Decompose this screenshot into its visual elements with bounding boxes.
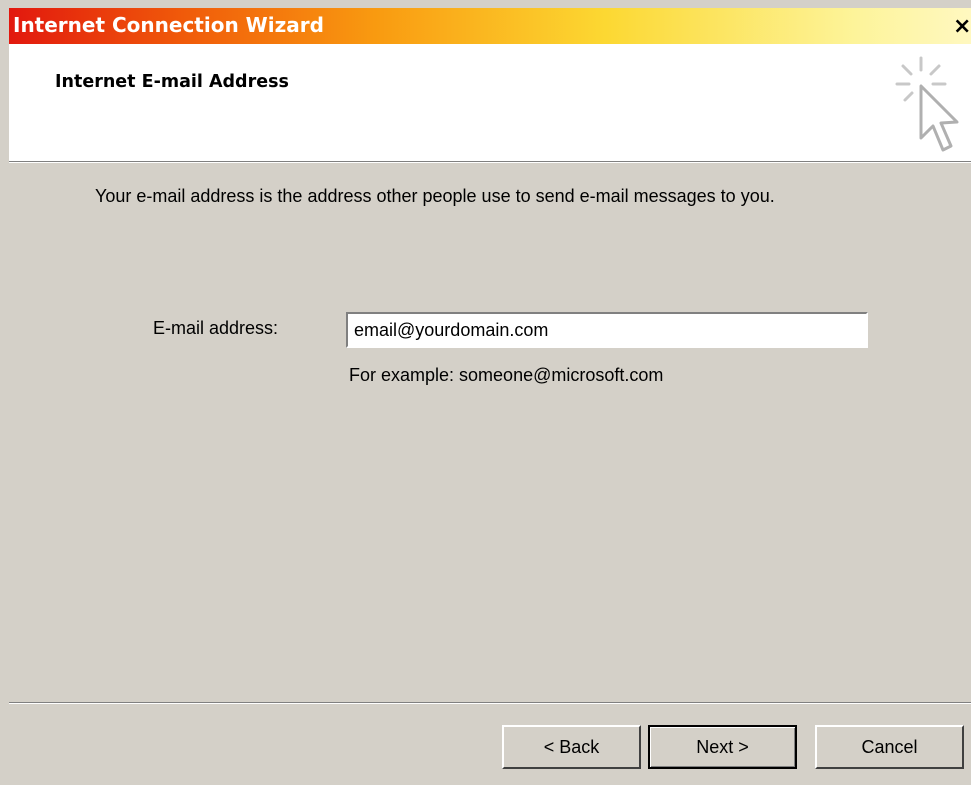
wizard-window: Internet Connection Wizard × Internet E-… [0, 0, 971, 785]
email-address-label: E-mail address: [153, 318, 279, 338]
page-title: Internet E-mail Address [55, 72, 289, 92]
wizard-header: Internet E-mail Address [9, 44, 971, 161]
back-button[interactable]: < Back [502, 725, 641, 769]
cancel-button[interactable]: Cancel [815, 725, 964, 769]
title-bar[interactable]: Internet Connection Wizard × [9, 8, 971, 44]
email-example-text: For example: someone@microsoft.com [349, 365, 664, 385]
description-text: Your e-mail address is the address other… [95, 186, 775, 206]
wizard-cursor-sparkle-icon [895, 56, 959, 152]
header-separator [9, 161, 971, 163]
next-button[interactable]: Next > [648, 725, 797, 769]
email-address-input[interactable] [346, 312, 868, 348]
footer-separator [9, 702, 971, 704]
close-icon[interactable]: × [953, 14, 971, 40]
window-title: Internet Connection Wizard [13, 13, 324, 37]
